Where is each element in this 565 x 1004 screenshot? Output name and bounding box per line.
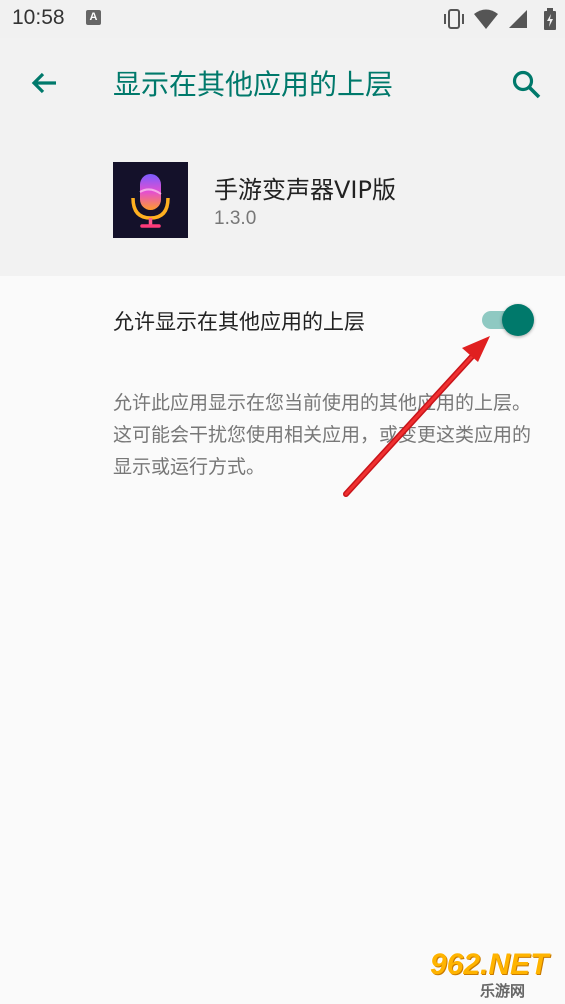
signal-icon [509,10,527,28]
arrow-back-icon [31,72,56,94]
status-bar: 10:58 A [0,0,565,38]
setting-description: 允许此应用显示在您当前使用的其他应用的上层。这可能会干扰您使用相关应用，或变更这… [113,392,532,478]
search-icon [512,70,541,99]
app-version: 1.3.0 [214,208,257,229]
notification-icon: A [86,10,101,25]
vibrate-icon [444,9,464,29]
switch-thumb [502,304,534,336]
setting-label: 允许显示在其他应用的上层 [113,310,365,334]
watermark-sub: 乐游网 [480,982,526,1000]
watermark-main: 962.NET [430,948,549,981]
battery-icon [544,8,556,30]
allow-overlay-setting[interactable]: 允许显示在其他应用的上层 [0,276,565,362]
search-button[interactable] [506,64,546,104]
app-icon [113,162,188,238]
page-title: 显示在其他应用的上层 [113,68,394,101]
allow-overlay-switch[interactable] [480,302,536,336]
watermark-logo: 962.NET 乐游网 [424,948,562,1002]
app-header: 显示在其他应用的上层 手游变声器VIP版 1.3.0 [0,38,565,276]
app-name: 手游变声器VIP版 [214,176,396,204]
wifi-icon [474,9,498,29]
back-button[interactable] [24,64,64,104]
status-time: 10:58 [12,6,65,29]
microphone-icon [113,162,188,238]
